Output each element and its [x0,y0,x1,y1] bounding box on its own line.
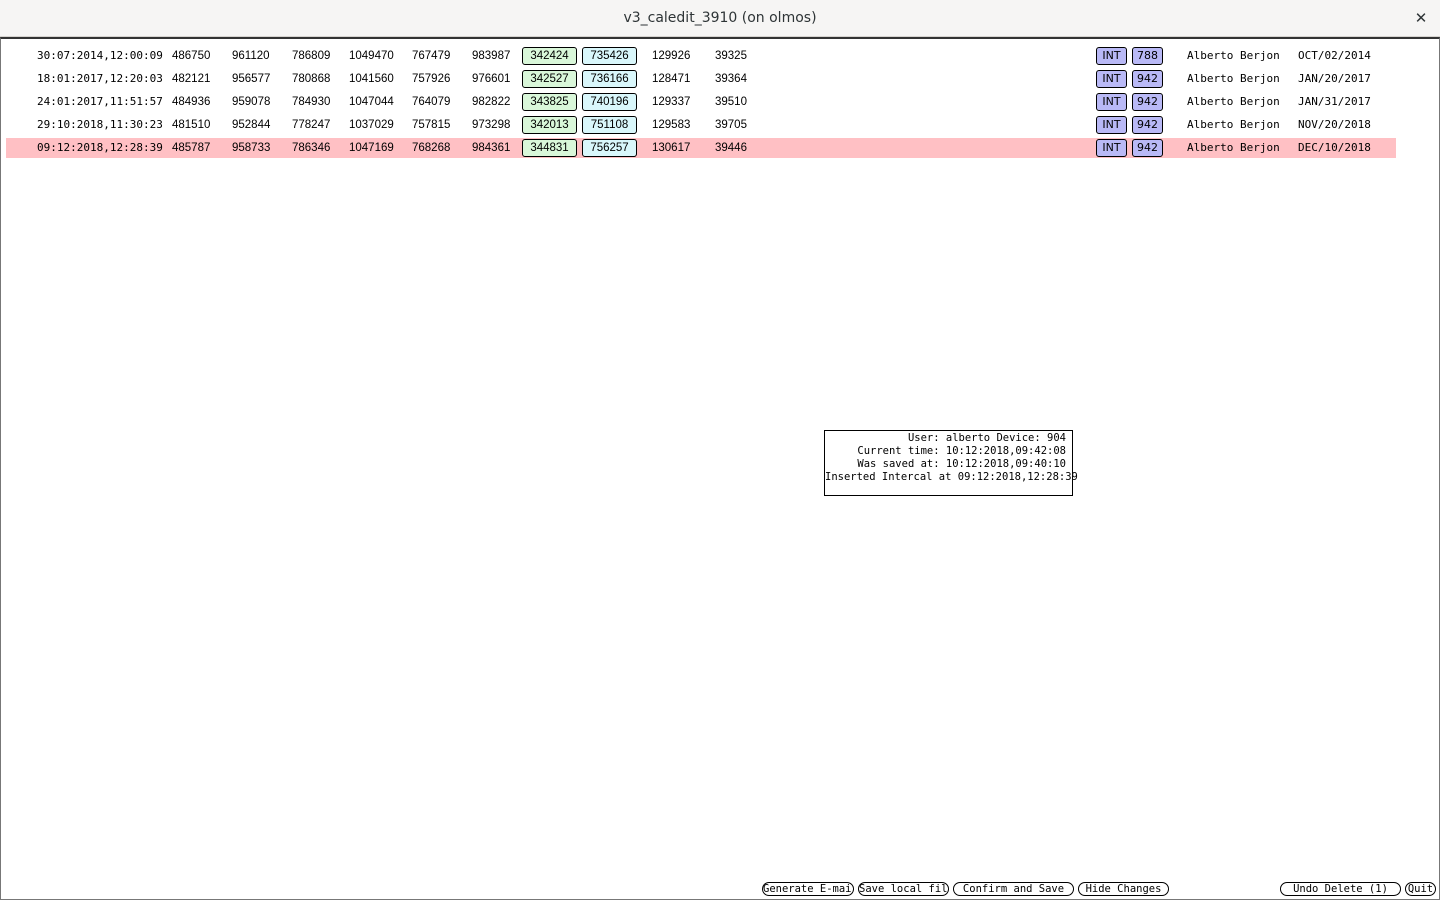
cell-value-5: 764079 [412,96,451,108]
save-local-file-button[interactable]: Save local file [858,882,949,896]
cell-value-4: 1049470 [349,50,394,62]
cell-value-5: 757815 [412,119,451,131]
type-tag[interactable]: INT [1096,70,1127,88]
cell-value-8: 39364 [715,73,747,85]
cell-datetime: 24:01:2017,11:51:57 [37,95,163,108]
cell-cyan-value[interactable]: 751108 [582,116,637,134]
cell-date: JAN/31/2017 [1298,95,1371,108]
cell-value-1: 485787 [172,142,211,154]
cell-value-2: 959078 [232,96,271,108]
cell-value-4: 1041560 [349,73,394,85]
table-row-selected[interactable]: 09:12:2018,12:28:39 485787 958733 786346 104… [6,138,1396,158]
cell-value-1: 481510 [172,119,211,131]
cell-value-3: 784930 [292,96,331,108]
cell-cyan-value[interactable]: 735426 [582,47,637,65]
device-tag[interactable]: 942 [1132,70,1163,88]
cell-green-value[interactable]: 342424 [522,47,577,65]
cell-datetime: 18:01:2017,12:20:03 [37,72,163,85]
cell-value-2: 961120 [232,50,270,62]
cell-value-7: 130617 [652,142,691,154]
cell-value-8: 39705 [715,119,747,131]
cell-datetime: 30:07:2014,12:00:09 [37,49,163,62]
info-user-device: User: alberto Device: 904 [907,432,1066,444]
table-row[interactable]: 29:10:2018,11:30:23 481510 952844 778247 103… [6,115,1396,135]
cell-green-value[interactable]: 343825 [522,93,577,111]
type-tag[interactable]: INT [1096,93,1127,111]
cell-cyan-value[interactable]: 756257 [582,139,637,157]
cell-value-3: 778247 [292,119,331,131]
cell-value-3: 786809 [292,50,331,62]
cell-user: Alberto Berjon [1187,95,1280,108]
cell-value-6: 973298 [472,119,511,131]
cell-green-value[interactable]: 344831 [522,139,577,157]
cell-value-4: 1047169 [349,142,394,154]
cell-value-3: 780868 [292,73,331,85]
window-title: v3_caledit_3910 (on olmos) [623,10,817,26]
cell-value-5: 767479 [412,50,451,62]
cell-value-8: 39510 [715,96,747,108]
confirm-and-save-button[interactable]: Confirm and Save [953,882,1074,896]
cell-value-6: 976601 [472,73,511,85]
cell-value-1: 486750 [172,50,211,62]
cell-green-value[interactable]: 342527 [522,70,577,88]
cell-value-7: 129583 [652,119,691,131]
cell-value-4: 1047044 [349,96,394,108]
cell-value-2: 958733 [232,142,271,154]
table-row[interactable]: 18:01:2017,12:20:03 482121 956577 780868 104… [6,69,1396,89]
quit-button[interactable]: Quit [1405,882,1436,896]
type-tag[interactable]: INT [1096,139,1127,157]
info-current-time: Current time: 10:12:2018,09:42:08 [857,445,1066,457]
close-icon[interactable]: ✕ [1412,9,1430,27]
device-tag[interactable]: 942 [1132,93,1163,111]
cell-value-7: 129337 [652,96,691,108]
table-row[interactable]: 24:01:2017,11:51:57 484936 959078 784930 104… [6,92,1396,112]
cell-value-1: 484936 [172,96,211,108]
cell-value-4: 1037029 [349,119,394,131]
device-tag[interactable]: 788 [1132,47,1163,65]
window-titlebar: v3_caledit_3910 (on olmos) ✕ [0,0,1440,37]
cell-value-6: 983987 [472,50,511,62]
cell-user: Alberto Berjon [1187,141,1280,154]
cell-value-5: 757926 [412,73,451,85]
cell-date: NOV/20/2018 [1298,118,1371,131]
table-row[interactable]: 30:07:2014,12:00:09 486750 961120 786809 104… [6,46,1396,66]
type-tag[interactable]: INT [1096,116,1127,134]
cell-user: Alberto Berjon [1187,49,1280,62]
device-tag[interactable]: 942 [1132,116,1163,134]
cell-date: OCT/02/2014 [1298,49,1371,62]
info-inserted-intercal: Inserted Intercal at 09:12:2018,12:28:39 [825,471,1078,483]
info-saved-at: Was saved at: 10:12:2018,09:40:10 [857,458,1066,470]
cell-value-7: 129926 [652,50,691,62]
cell-datetime: 09:12:2018,12:28:39 [37,141,163,154]
cell-value-6: 984361 [472,142,511,154]
cell-value-8: 39446 [715,142,747,154]
generate-email-button[interactable]: Generate E-mail [762,882,854,896]
cell-datetime: 29:10:2018,11:30:23 [37,118,163,131]
cell-cyan-value[interactable]: 736166 [582,70,637,88]
undo-delete-button[interactable]: Undo Delete (1) [1280,882,1401,896]
calibration-table-area: 30:07:2014,12:00:09 486750 961120 786809 104… [0,37,1440,900]
cell-value-6: 982822 [472,96,511,108]
cell-date: JAN/20/2017 [1298,72,1371,85]
device-tag[interactable]: 942 [1132,139,1163,157]
type-tag[interactable]: INT [1096,47,1127,65]
cell-green-value[interactable]: 342013 [522,116,577,134]
hide-changes-button[interactable]: Hide Changes [1078,882,1169,896]
cell-user: Alberto Berjon [1187,118,1280,131]
cell-value-3: 786346 [292,142,331,154]
cell-value-8: 39325 [715,50,747,62]
session-info-box: User: alberto Device: 904 Current time: … [824,430,1078,496]
cell-value-2: 956577 [232,73,271,85]
cell-user: Alberto Berjon [1187,72,1280,85]
cell-value-2: 952844 [232,119,271,131]
cell-value-5: 768268 [412,142,451,154]
cell-date: DEC/10/2018 [1298,141,1371,154]
cell-value-7: 128471 [652,73,691,85]
cell-cyan-value[interactable]: 740196 [582,93,637,111]
cell-value-1: 482121 [172,73,211,85]
